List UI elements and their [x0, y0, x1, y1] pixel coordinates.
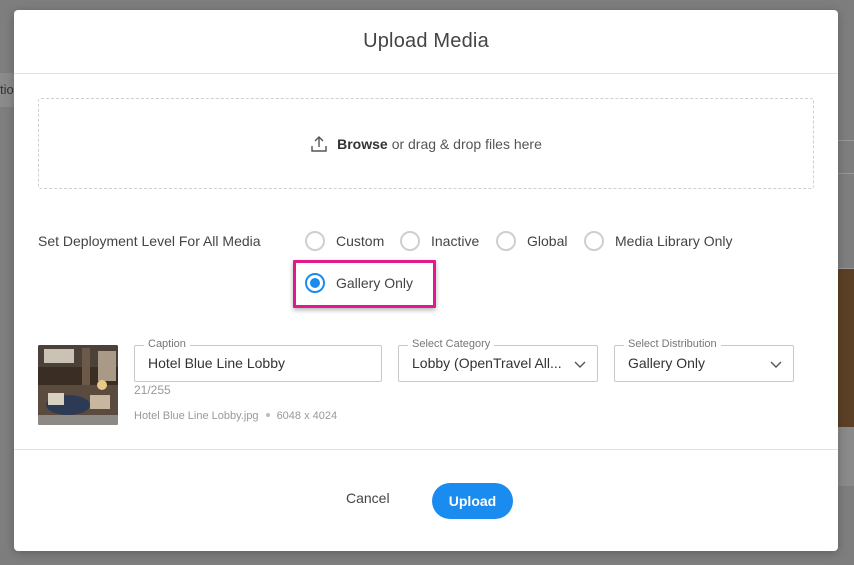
radio-global[interactable]: Global: [496, 231, 567, 251]
media-thumbnail: [38, 345, 118, 425]
distribution-value: Gallery Only: [628, 355, 706, 371]
distribution-select[interactable]: Select Distribution Gallery Only: [614, 337, 794, 382]
background-card-image: [838, 269, 854, 427]
upload-media-modal: Upload Media Browse or drag & drop files…: [14, 10, 838, 551]
category-select[interactable]: Select Category Lobby (OpenTravel All...: [398, 337, 598, 382]
cancel-button[interactable]: Cancel: [346, 490, 390, 506]
radio-circle[interactable]: [584, 231, 604, 251]
separator-dot: [265, 413, 270, 418]
chevron-down-icon: [769, 357, 783, 371]
background-page-tab: tio: [0, 73, 14, 107]
radio-media-library-only[interactable]: Media Library Only: [584, 231, 733, 251]
dropzone-hint: or drag & drop files here: [391, 135, 542, 152]
browse-link[interactable]: Browse: [337, 136, 388, 152]
radio-label: Inactive: [431, 233, 480, 249]
radio-circle[interactable]: [496, 231, 516, 251]
radio-inactive[interactable]: Inactive: [400, 231, 479, 251]
caption-input[interactable]: Hotel Blue Line Lobby: [148, 346, 285, 381]
caption-char-counter: 21/255: [134, 383, 171, 397]
radio-custom[interactable]: Custom: [305, 231, 384, 251]
highlight-annotation: [293, 260, 436, 308]
deployment-level-label: Set Deployment Level For All Media: [38, 233, 261, 249]
radio-circle[interactable]: [400, 231, 420, 251]
footer-divider: [14, 449, 838, 450]
radio-circle[interactable]: [305, 231, 325, 251]
modal-header: Upload Media: [14, 10, 838, 74]
chevron-down-icon: [573, 357, 587, 371]
radio-label: Custom: [336, 233, 385, 249]
background-media-card: [838, 268, 854, 486]
file-metadata: Hotel Blue Line Lobby.jpg 6048 x 4024: [134, 410, 337, 422]
caption-field[interactable]: Caption Hotel Blue Line Lobby: [134, 337, 382, 382]
file-dimensions: 6048 x 4024: [276, 410, 338, 422]
upload-icon: [310, 135, 328, 153]
background-divider: [838, 140, 854, 174]
radio-label: Media Library Only: [615, 233, 733, 249]
upload-button[interactable]: Upload: [432, 483, 513, 519]
modal-title: Upload Media: [363, 30, 489, 52]
category-value: Lobby (OpenTravel All...: [412, 355, 562, 371]
radio-label: Global: [527, 233, 568, 249]
file-dropzone[interactable]: Browse or drag & drop files here: [38, 98, 814, 189]
file-name: Hotel Blue Line Lobby.jpg: [134, 410, 259, 422]
